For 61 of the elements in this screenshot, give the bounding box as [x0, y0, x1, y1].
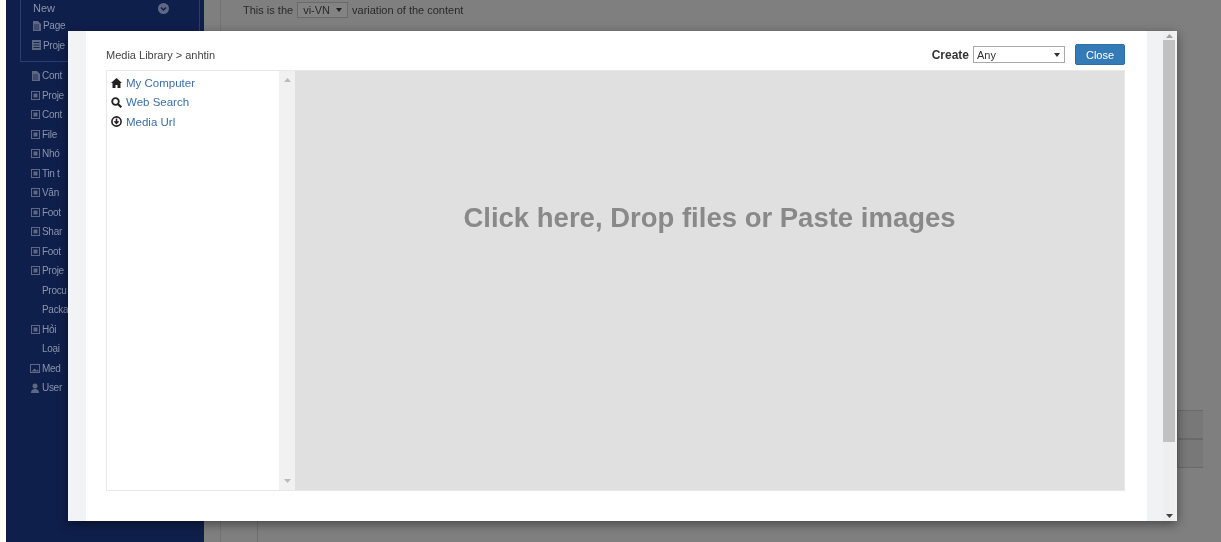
- sidebar-item[interactable]: Văn: [42, 187, 59, 199]
- create-select[interactable]: Any: [973, 46, 1065, 63]
- scroll-down-icon[interactable]: [1165, 514, 1173, 518]
- scrollbar-thumb[interactable]: [1163, 40, 1175, 442]
- square-icon: [30, 90, 40, 100]
- home-icon: [111, 77, 122, 88]
- page-icon: [30, 70, 40, 81]
- sidebar-item[interactable]: Proje: [42, 265, 64, 277]
- chevron-icon[interactable]: [158, 2, 169, 14]
- user-icon: [31, 382, 39, 393]
- scrollbar[interactable]: [1163, 31, 1175, 521]
- source-link[interactable]: Web Search: [126, 96, 190, 109]
- sidebar-item[interactable]: User: [42, 382, 62, 394]
- search-icon: [111, 96, 122, 108]
- breadcrumb: Media Library > anhtin: [106, 48, 216, 61]
- download-icon: [111, 116, 122, 128]
- drop-zone-text: Click here, Drop files or Paste images: [463, 202, 956, 235]
- square-icon: [30, 266, 40, 276]
- square-icon: [30, 129, 40, 139]
- square-icon: [30, 188, 40, 198]
- document-icon: [31, 40, 41, 51]
- sidebar-item[interactable]: File: [42, 128, 57, 140]
- sidebar-item[interactable]: Procu: [42, 284, 67, 296]
- sidebar-item[interactable]: Cont: [42, 70, 62, 82]
- sidebar-item[interactable]: Foot: [42, 245, 61, 257]
- square-icon: [30, 324, 40, 334]
- table-cell: [1177, 439, 1203, 468]
- square-icon: [30, 168, 40, 178]
- sidebar-item[interactable]: Loại: [42, 343, 60, 355]
- sidebar-item[interactable]: Med: [42, 362, 61, 374]
- square-icon: [30, 149, 40, 159]
- scroll-up-icon[interactable]: [283, 78, 291, 82]
- square-icon: [30, 227, 40, 237]
- sidebar-item[interactable]: Hỏi: [42, 323, 57, 335]
- scrollbar[interactable]: [279, 71, 295, 490]
- language-select[interactable]: vi-VN: [297, 2, 349, 18]
- square-icon: [30, 246, 40, 256]
- page-icon: [31, 20, 41, 31]
- sidebar-item[interactable]: Packa: [42, 304, 69, 316]
- sidebar-item[interactable]: Shar: [42, 226, 62, 238]
- sidebar-group-title[interactable]: New: [33, 2, 55, 14]
- square-icon: [30, 110, 40, 120]
- sidebar-item[interactable]: Proje: [42, 89, 64, 101]
- variation-label: This is the: [243, 4, 294, 16]
- caret-icon: [1054, 52, 1060, 57]
- sidebar-item[interactable]: Nhó: [42, 148, 60, 160]
- create-label: Create: [931, 47, 969, 62]
- close-button[interactable]: Close: [1075, 44, 1125, 65]
- variation-label: variation of the content: [352, 4, 464, 16]
- source-link[interactable]: Media Url: [126, 115, 176, 128]
- square-icon: [30, 207, 40, 217]
- sidebar-item[interactable]: Foot: [42, 206, 61, 218]
- sidebar-item[interactable]: Cont: [42, 109, 62, 121]
- image-icon: [30, 363, 40, 373]
- caret-icon: [336, 8, 343, 12]
- scroll-up-icon[interactable]: [1165, 34, 1173, 38]
- sidebar-item[interactable]: Tin t: [42, 167, 60, 179]
- sidebar-item[interactable]: Proje: [43, 39, 65, 51]
- sidebar-item[interactable]: Page: [43, 20, 66, 32]
- table-cell: [1177, 410, 1203, 439]
- source-link[interactable]: My Computer: [126, 76, 196, 89]
